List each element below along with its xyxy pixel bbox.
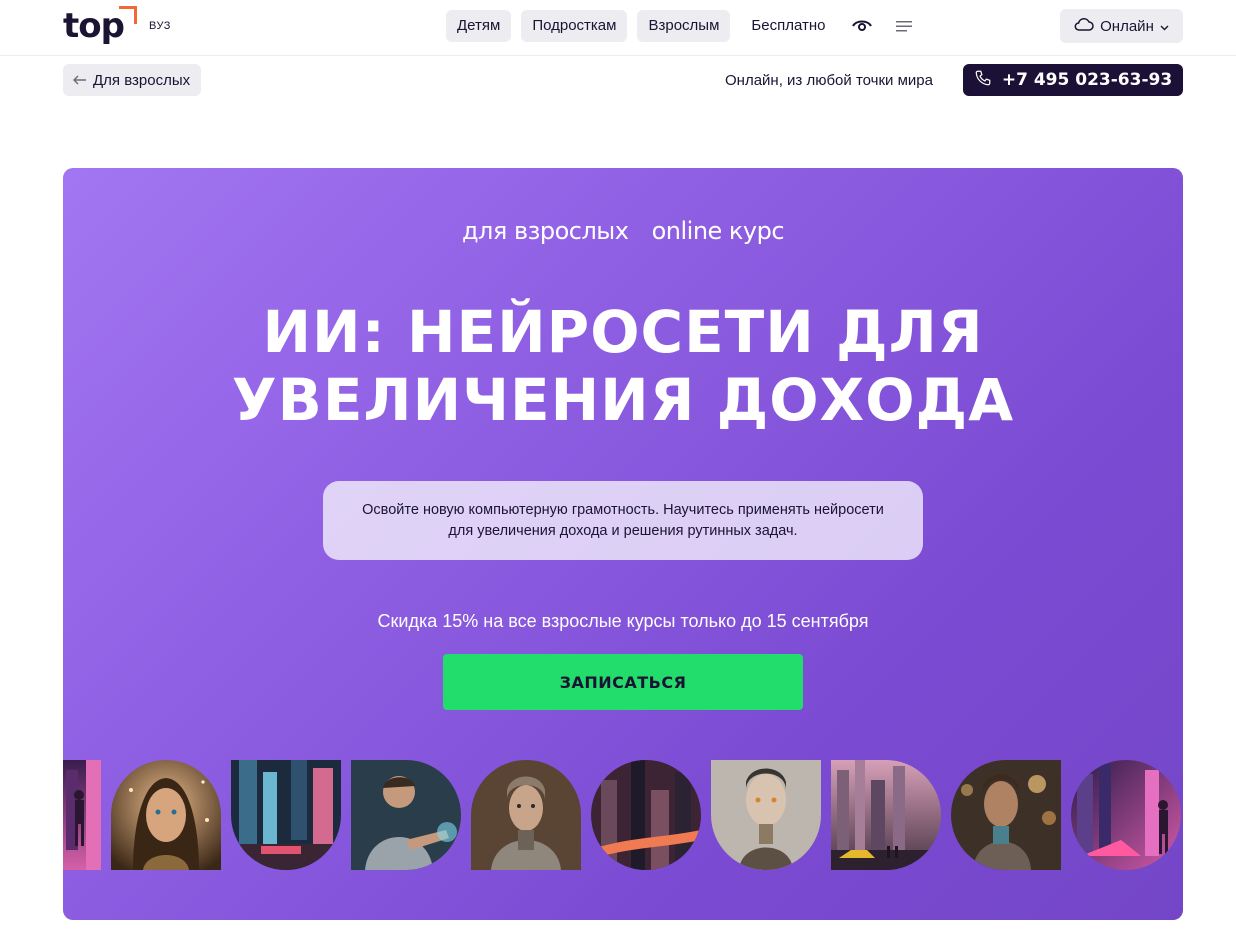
main-nav: Детям Подросткам Взрослым Бесплатно [446,10,920,42]
gallery-image-neon-city-person [63,760,101,870]
hero-title: ИИ: НЕЙРОСЕТИ ДЛЯ УВЕЛИЧЕНИЯ ДОХОДА [63,298,1183,434]
gallery-image-futuristic-city-car [831,760,941,870]
back-button-label: Для взрослых [93,71,191,89]
hero-description-line1: Освойте новую компьютерную грамотность. … [362,501,884,518]
arrow-left-icon [73,72,87,89]
cloud-icon [1074,17,1094,35]
gallery-image-android-face [711,760,821,870]
hero-description: Освойте новую компьютерную грамотность. … [323,481,923,560]
eye-icon[interactable] [846,10,878,42]
gallery-image-neon-cityscape [591,760,701,870]
gallery-image-man-hologram-gesture [351,760,461,870]
enroll-button[interactable]: ЗАПИСАТЬСЯ [443,654,803,710]
logo-subtitle: ВУЗ [149,20,171,32]
menu-icon[interactable] [888,10,920,42]
tag-online-course: online курс [651,217,785,245]
region-text: Онлайн, из любой точки мира [725,72,933,89]
chevron-down-icon [1160,18,1169,35]
nav-teens[interactable]: Подросткам [521,10,628,42]
gallery-image-neon-city-street [231,760,341,870]
phone-number: +7 495 023-63-93 [1001,70,1173,90]
tag-adults: для взрослых [461,217,629,245]
hero-tags: для взрослых online курс [63,217,1183,245]
nav-adults[interactable]: Взрослым [637,10,731,42]
gallery-image-robot-woman-bokeh [951,760,1061,870]
back-button[interactable]: Для взрослых [63,64,202,96]
phone-button[interactable]: +7 495 023-63-93 [963,64,1183,96]
format-select[interactable]: Онлайн [1060,9,1183,43]
logo-accent-mark [119,6,137,24]
promo-text: Скидка 15% на все взрослые курсы только … [377,611,869,631]
nav-kids[interactable]: Детям [446,10,512,42]
nav-free[interactable]: Бесплатно [740,10,836,42]
hero-description-line2: для увеличения дохода и решения рутинных… [448,522,798,539]
phone-icon [974,69,992,92]
hero-title-line2: УВЕЛИЧЕНИЯ ДОХОДА [231,366,1015,434]
gallery-image-ai-woman-portrait [111,760,221,870]
top-header: top ВУЗ Детям Подросткам Взрослым Беспла… [0,0,1236,56]
format-select-label: Онлайн [1100,17,1154,35]
logo-text: top [63,6,125,46]
image-gallery [63,760,1183,870]
gallery-image-neon-city-walker [1071,760,1181,870]
gallery-image-robot-woman [471,760,581,870]
hero-title-line1: ИИ: НЕЙРОСЕТИ ДЛЯ [262,298,984,366]
logo[interactable]: top [63,6,137,46]
hero-banner: для взрослых online курс ИИ: НЕЙРОСЕТИ Д… [63,168,1183,920]
